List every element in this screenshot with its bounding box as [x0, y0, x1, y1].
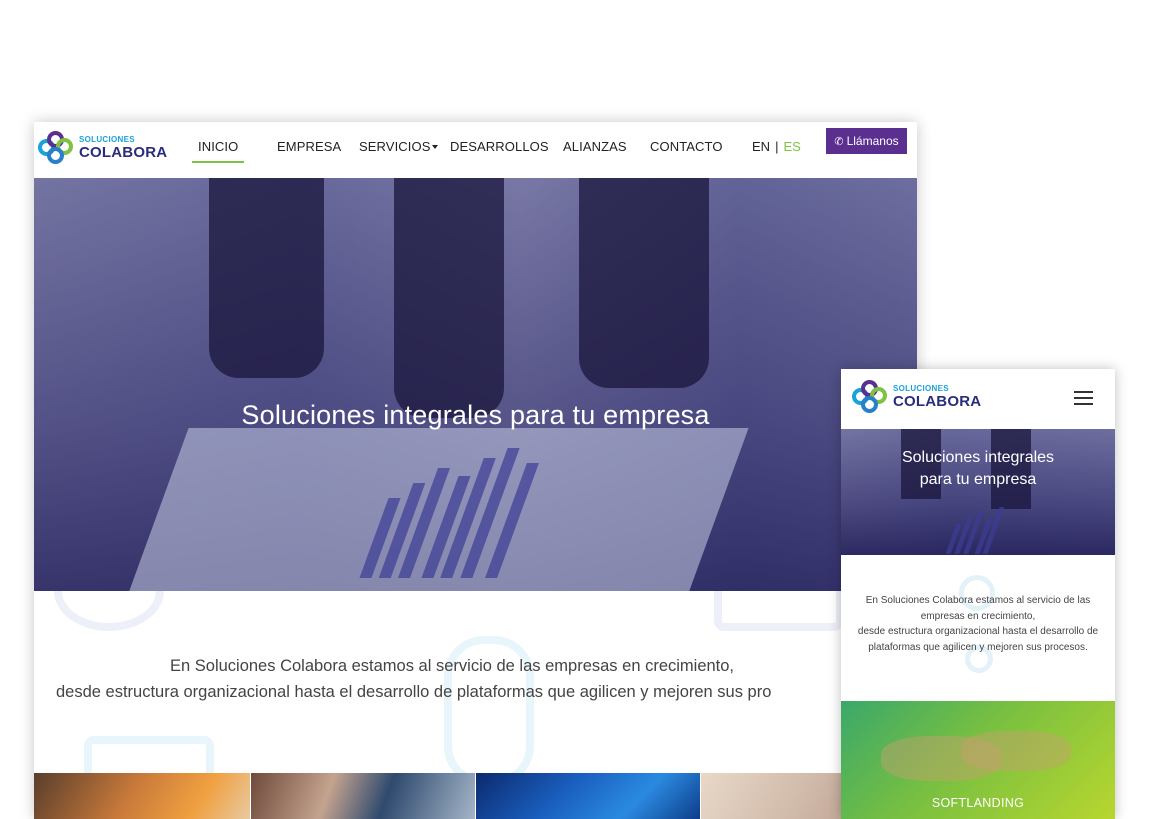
lang-separator: |	[775, 139, 779, 154]
mobile-mockup: SOLUCIONES COLABORA Soluciones integrale…	[841, 369, 1115, 819]
mobile-intro-line-1: En Soluciones Colabora estamos al servic…	[865, 595, 1091, 606]
mobile-hero-title: Soluciones integrales para tu empresa	[841, 447, 1115, 491]
intro-text: En Soluciones Colabora estamos al servic…	[34, 653, 917, 705]
mobile-hero: Soluciones integrales para tu empresa	[841, 429, 1115, 555]
hamburger-icon[interactable]	[1074, 391, 1093, 405]
mobile-hero-title-line-1: Soluciones integrales	[901, 449, 1055, 466]
service-tile[interactable]	[251, 773, 475, 819]
logo-small-text: SOLUCIONES	[893, 384, 949, 393]
language-switcher: EN | ES	[752, 139, 801, 154]
background-decoration	[84, 736, 214, 773]
service-tiles	[34, 773, 917, 819]
service-tile[interactable]	[476, 773, 700, 819]
logo-rings-icon	[852, 378, 890, 416]
nav-item-inicio[interactable]: INICIO	[191, 139, 245, 163]
intro-line-1: En Soluciones Colabora estamos al servic…	[170, 657, 735, 675]
service-tile[interactable]	[34, 773, 250, 819]
desktop-mockup: SOLUCIONES COLABORA INICIO EMPRESA SERVI…	[34, 122, 917, 819]
desktop-logo[interactable]: SOLUCIONES COLABORA	[38, 129, 167, 167]
caret-down-icon	[432, 144, 439, 149]
lang-es[interactable]: ES	[783, 139, 800, 154]
logo-small-text: SOLUCIONES	[79, 135, 135, 144]
nav-item-empresa[interactable]: EMPRESA	[277, 139, 341, 154]
handshake-image	[961, 731, 1071, 771]
softlanding-label: SOFTLANDING	[931, 796, 1025, 810]
nav-item-servicios[interactable]: SERVICIOS	[359, 139, 439, 154]
nav-item-alianzas[interactable]: ALIANZAS	[563, 139, 627, 154]
call-button[interactable]: ✆ Llámanos	[826, 128, 907, 154]
mobile-intro-line-2: empresas en crecimiento,	[920, 610, 1036, 622]
intro-line-2: desde estructura organizacional hasta el…	[56, 683, 772, 701]
hero-figure	[209, 178, 324, 378]
mobile-intro-text: En Soluciones Colabora estamos al servic…	[841, 593, 1115, 655]
background-decoration	[54, 591, 164, 631]
mobile-intro-line-3: desde estructura organizacional hasta el…	[857, 626, 1099, 637]
lang-en[interactable]: EN	[752, 139, 770, 154]
hero-title: Soluciones integrales para tu empresa	[241, 400, 710, 430]
logo-big-text: COLABORA	[893, 393, 982, 410]
hero-figure	[579, 178, 709, 388]
hero-figure	[394, 178, 504, 418]
mobile-navbar: SOLUCIONES COLABORA	[841, 369, 1115, 429]
nav-item-desarrollos[interactable]: DESARROLLOS	[450, 139, 549, 154]
logo-big-text: COLABORA	[79, 144, 168, 161]
mobile-intro-section: En Soluciones Colabora estamos al servic…	[841, 555, 1115, 701]
desktop-intro-section: En Soluciones Colabora estamos al servic…	[34, 591, 917, 773]
background-decoration	[714, 591, 844, 631]
phone-icon: ✆	[834, 135, 844, 148]
call-button-label: Llámanos	[846, 134, 899, 148]
desktop-hero: Soluciones integrales para tu empresa	[34, 178, 917, 591]
nav-item-servicios-label: SERVICIOS	[359, 139, 431, 154]
mobile-logo[interactable]: SOLUCIONES COLABORA	[852, 378, 981, 416]
softlanding-tile[interactable]: SOFTLANDING	[841, 701, 1115, 819]
mobile-hero-title-line-2: para tu empresa	[919, 471, 1037, 488]
desktop-navbar: SOLUCIONES COLABORA INICIO EMPRESA SERVI…	[34, 122, 917, 178]
logo-rings-icon	[38, 129, 76, 167]
mobile-intro-line-4: plataformas que agilicen y mejoren sus p…	[868, 641, 1088, 653]
nav-item-contacto[interactable]: CONTACTO	[650, 139, 723, 154]
